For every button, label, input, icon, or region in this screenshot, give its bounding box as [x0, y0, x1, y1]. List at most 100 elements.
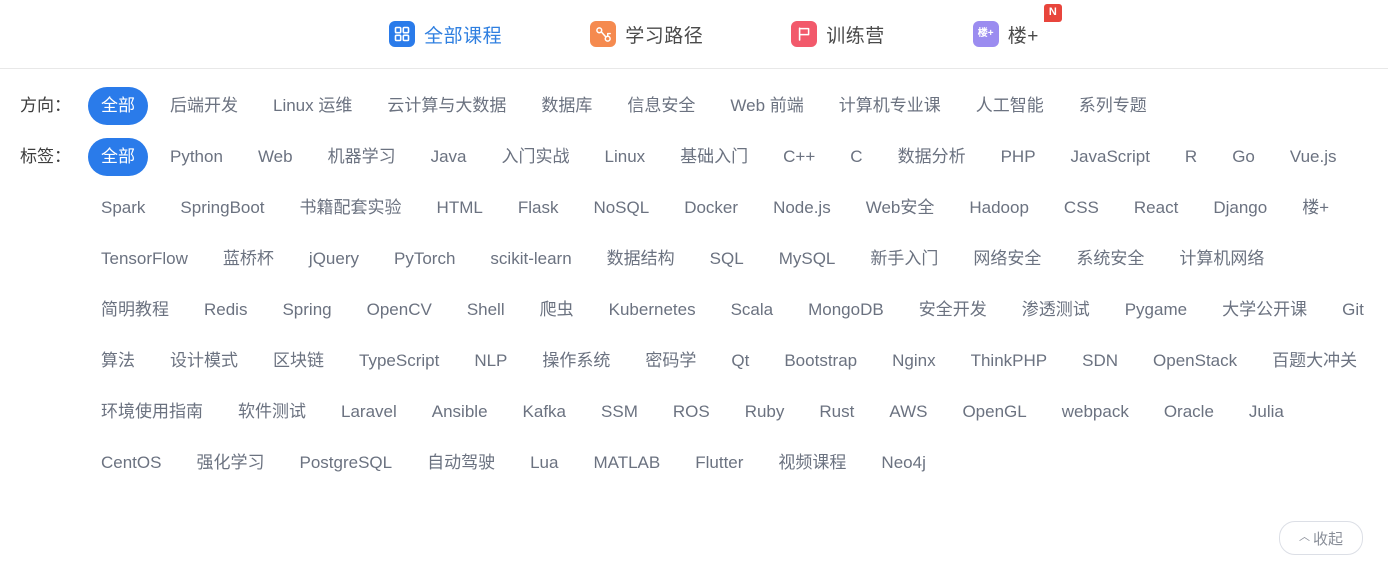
tag-chip[interactable]: PostgreSQL: [286, 444, 405, 482]
nav-tab-lou-plus[interactable]: 楼+ 楼+ N: [972, 3, 1062, 48]
tag-chip[interactable]: Go: [1219, 138, 1268, 176]
tag-chip[interactable]: Kafka: [510, 393, 579, 431]
tag-chip[interactable]: 区块链: [260, 342, 337, 380]
tag-chip[interactable]: 全部: [88, 138, 148, 176]
tag-chip[interactable]: Git: [1329, 291, 1377, 329]
direction-chip[interactable]: Linux 运维: [260, 87, 365, 125]
tag-chip[interactable]: Kubernetes: [596, 291, 709, 329]
nav-tab-learning-path[interactable]: 学习路径: [590, 21, 703, 48]
tag-chip[interactable]: Shell: [454, 291, 518, 329]
direction-chip[interactable]: 人工智能: [963, 87, 1057, 125]
tag-chip[interactable]: 数据结构: [594, 240, 688, 278]
tag-chip[interactable]: Web安全: [853, 189, 948, 227]
tag-chip[interactable]: Docker: [671, 189, 751, 227]
tag-chip[interactable]: 蓝桥杯: [210, 240, 287, 278]
tag-chip[interactable]: Bootstrap: [771, 342, 870, 380]
tag-chip[interactable]: 设计模式: [157, 342, 251, 380]
tag-chip[interactable]: 楼+: [1289, 189, 1342, 227]
tag-chip[interactable]: ROS: [660, 393, 723, 431]
tag-chip[interactable]: 强化学习: [183, 444, 277, 482]
tag-chip[interactable]: OpenStack: [1140, 342, 1250, 380]
direction-chip[interactable]: Web 前端: [717, 87, 816, 125]
tag-chip[interactable]: scikit-learn: [477, 240, 584, 278]
tag-chip[interactable]: OpenCV: [354, 291, 445, 329]
tag-chip[interactable]: React: [1121, 189, 1191, 227]
tag-chip[interactable]: Django: [1200, 189, 1280, 227]
tag-chip[interactable]: Spark: [88, 189, 158, 227]
tag-chip[interactable]: C++: [770, 138, 828, 176]
direction-chip[interactable]: 信息安全: [614, 87, 708, 125]
tag-chip[interactable]: 软件测试: [225, 393, 319, 431]
tag-chip[interactable]: 算法: [88, 342, 148, 380]
nav-tab-bootcamp[interactable]: 训练营: [791, 21, 885, 48]
tag-chip[interactable]: 大学公开课: [1209, 291, 1320, 329]
tag-chip[interactable]: 网络安全: [960, 240, 1054, 278]
tag-chip[interactable]: AWS: [876, 393, 940, 431]
direction-chip[interactable]: 云计算与大数据: [374, 87, 519, 125]
tag-chip[interactable]: Laravel: [328, 393, 410, 431]
tag-chip[interactable]: 数据分析: [885, 138, 979, 176]
tag-chip[interactable]: TensorFlow: [88, 240, 201, 278]
tag-chip[interactable]: Spring: [269, 291, 344, 329]
nav-tab-all-courses[interactable]: 全部课程: [389, 21, 502, 48]
tag-chip[interactable]: SSM: [588, 393, 651, 431]
tag-chip[interactable]: Python: [157, 138, 236, 176]
tag-chip[interactable]: Neo4j: [868, 444, 938, 482]
tag-chip[interactable]: JavaScript: [1058, 138, 1163, 176]
direction-chip[interactable]: 全部: [88, 87, 148, 125]
tag-chip[interactable]: Hadoop: [956, 189, 1042, 227]
tag-chip[interactable]: Scala: [718, 291, 787, 329]
direction-chip[interactable]: 计算机专业课: [826, 87, 954, 125]
tag-chip[interactable]: MATLAB: [580, 444, 673, 482]
tag-chip[interactable]: Nginx: [879, 342, 948, 380]
tag-chip[interactable]: Flask: [505, 189, 572, 227]
tag-chip[interactable]: Linux: [592, 138, 659, 176]
tag-chip[interactable]: PHP: [988, 138, 1049, 176]
tag-chip[interactable]: NLP: [461, 342, 520, 380]
tag-chip[interactable]: TypeScript: [346, 342, 452, 380]
tag-chip[interactable]: Vue.js: [1277, 138, 1350, 176]
tag-chip[interactable]: Ansible: [419, 393, 501, 431]
direction-chip[interactable]: 数据库: [528, 87, 605, 125]
tag-chip[interactable]: 安全开发: [906, 291, 1000, 329]
tag-chip[interactable]: Rust: [806, 393, 867, 431]
tag-chip[interactable]: 机器学习: [315, 138, 409, 176]
tag-chip[interactable]: Redis: [191, 291, 260, 329]
collapse-button[interactable]: ︿ 收起: [1279, 521, 1363, 555]
tag-chip[interactable]: Web: [245, 138, 306, 176]
tag-chip[interactable]: Oracle: [1151, 393, 1227, 431]
tag-chip[interactable]: 新手入门: [857, 240, 951, 278]
tag-chip[interactable]: MongoDB: [795, 291, 897, 329]
tag-chip[interactable]: 简明教程: [88, 291, 182, 329]
tag-chip[interactable]: 计算机网络: [1166, 240, 1277, 278]
tag-chip[interactable]: Node.js: [760, 189, 844, 227]
tag-chip[interactable]: Java: [418, 138, 480, 176]
tag-chip[interactable]: ThinkPHP: [958, 342, 1061, 380]
tag-chip[interactable]: 基础入门: [667, 138, 761, 176]
tag-chip[interactable]: SQL: [697, 240, 757, 278]
tag-chip[interactable]: R: [1172, 138, 1210, 176]
tag-chip[interactable]: 渗透测试: [1009, 291, 1103, 329]
tag-chip[interactable]: 自动驾驶: [414, 444, 508, 482]
tag-chip[interactable]: Ruby: [732, 393, 798, 431]
tag-chip[interactable]: HTML: [424, 189, 496, 227]
tag-chip[interactable]: 百题大冲关: [1259, 342, 1370, 380]
tag-chip[interactable]: 环境使用指南: [88, 393, 216, 431]
tag-chip[interactable]: CentOS: [88, 444, 174, 482]
tag-chip[interactable]: SpringBoot: [167, 189, 277, 227]
tag-chip[interactable]: 操作系统: [529, 342, 623, 380]
tag-chip[interactable]: Julia: [1236, 393, 1297, 431]
tag-chip[interactable]: OpenGL: [949, 393, 1039, 431]
tag-chip[interactable]: Qt: [718, 342, 762, 380]
direction-chip[interactable]: 系列专题: [1066, 87, 1160, 125]
tag-chip[interactable]: Flutter: [682, 444, 756, 482]
tag-chip[interactable]: CSS: [1051, 189, 1112, 227]
tag-chip[interactable]: NoSQL: [580, 189, 662, 227]
tag-chip[interactable]: webpack: [1049, 393, 1142, 431]
tag-chip[interactable]: 爬虫: [527, 291, 587, 329]
tag-chip[interactable]: 入门实战: [489, 138, 583, 176]
tag-chip[interactable]: jQuery: [296, 240, 372, 278]
tag-chip[interactable]: 书籍配套实验: [287, 189, 415, 227]
tag-chip[interactable]: Pygame: [1112, 291, 1200, 329]
tag-chip[interactable]: 视频课程: [765, 444, 859, 482]
